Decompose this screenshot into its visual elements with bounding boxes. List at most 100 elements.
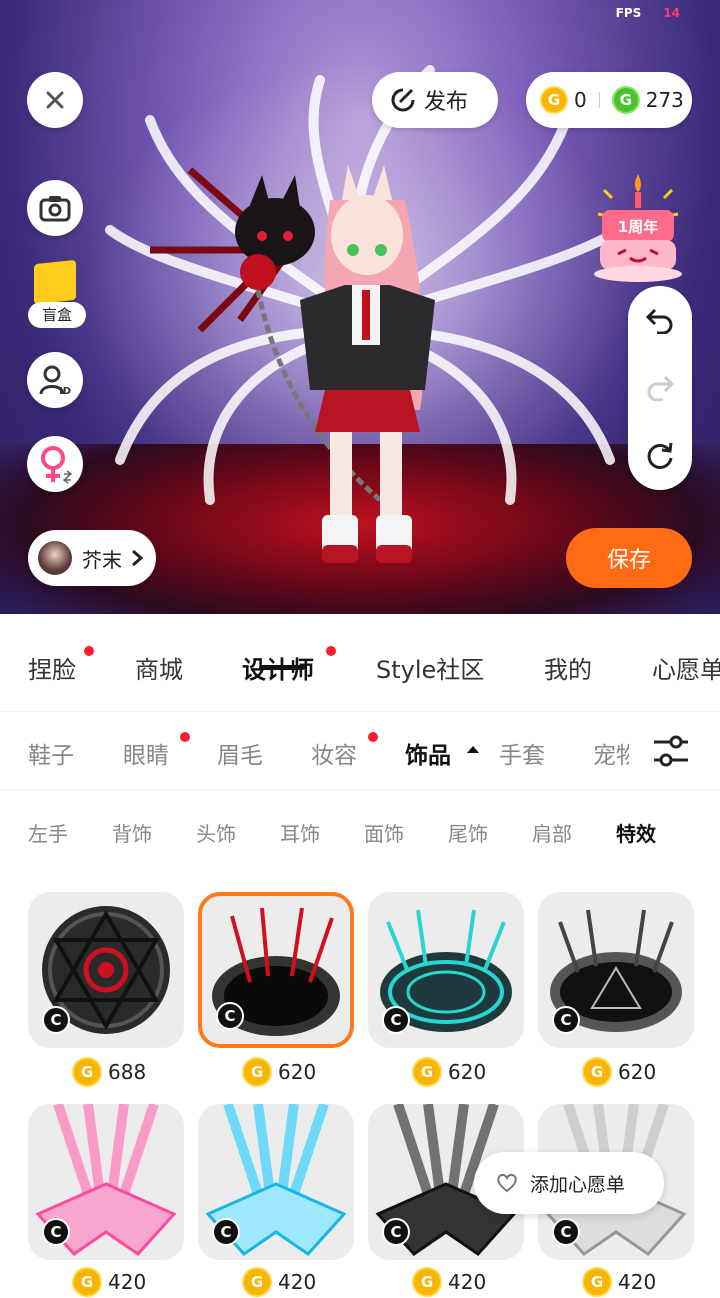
item-price: G 620: [242, 1056, 316, 1088]
publish-icon: [391, 88, 415, 112]
creator-badge: C: [42, 1006, 70, 1034]
gold-coin-count: 0: [574, 88, 587, 112]
tab-wishlist[interactable]: 心愿单: [652, 650, 720, 685]
category-pets[interactable]: 宠物: [593, 736, 629, 770]
svg-text:ID: ID: [59, 386, 71, 396]
creator-badge: C: [382, 1006, 410, 1034]
fps-counter: FPS 14: [616, 6, 680, 20]
gold-coin-icon: G: [412, 1267, 442, 1297]
item-card[interactable]: C: [198, 1104, 354, 1260]
category-eyes[interactable]: 眼睛: [123, 736, 169, 770]
item-price: G 420: [242, 1266, 316, 1298]
creator-badge: C: [382, 1218, 410, 1246]
subcategory-back[interactable]: 背饰: [112, 818, 152, 847]
gold-coin-icon: G: [242, 1057, 272, 1087]
item-price-value: 420: [448, 1270, 487, 1294]
subcategory-face[interactable]: 面饰: [364, 818, 404, 847]
close-button[interactable]: [27, 72, 83, 128]
creator-badge: C: [216, 1002, 244, 1030]
gold-coin-icon: G: [582, 1057, 612, 1087]
green-coin-icon: G: [611, 86, 640, 114]
currency-divider: [598, 92, 600, 108]
redo-icon[interactable]: [645, 373, 675, 401]
item-price-value: 620: [448, 1060, 487, 1084]
category-tab-bar: 鞋子 眼睛 眉毛 妆容 饰品 手套 宠物: [0, 712, 720, 790]
tab-mine[interactable]: 我的: [544, 650, 592, 685]
gold-coin-icon: G: [72, 1267, 102, 1297]
add-to-wishlist-button[interactable]: 添加心愿单: [474, 1152, 664, 1214]
item-price: G 420: [582, 1266, 656, 1298]
subcategory-tail[interactable]: 尾饰: [448, 818, 488, 847]
item-price-value: 420: [278, 1270, 317, 1294]
category-shoes[interactable]: 鞋子: [28, 736, 74, 770]
subcategory-ear[interactable]: 耳饰: [280, 818, 320, 847]
tab-designer-dot: [326, 646, 336, 656]
tab-face[interactable]: 捏脸: [28, 650, 76, 685]
subcategory-shoulder[interactable]: 肩部: [532, 818, 572, 847]
gold-coin-icon: G: [540, 86, 568, 114]
tab-style-community[interactable]: Style社区: [376, 650, 484, 685]
item-price-value: 420: [618, 1270, 657, 1294]
active-tab-indicator: [259, 665, 305, 670]
save-button[interactable]: 保存: [566, 528, 692, 588]
publish-label: 发布: [424, 90, 469, 115]
item-price: G 620: [582, 1056, 656, 1088]
category-gloves[interactable]: 手套: [499, 736, 545, 770]
gender-switch-button[interactable]: [27, 436, 83, 492]
user-chip[interactable]: 芥末: [28, 530, 156, 586]
anniversary-text: 1周年: [618, 218, 658, 236]
blind-box-button[interactable]: 盲盒: [28, 259, 86, 332]
item-price-value: 620: [278, 1060, 317, 1084]
gold-coin-icon: G: [582, 1267, 612, 1297]
category-makeup-dot: [368, 732, 378, 742]
tab-shop[interactable]: 商城: [135, 650, 183, 685]
subcategory-head[interactable]: 头饰: [196, 818, 236, 847]
category-eyes-dot: [180, 732, 190, 742]
blind-box-label: 盲盒: [28, 302, 86, 328]
item-card[interactable]: C: [368, 892, 524, 1048]
filter-settings-icon[interactable]: [652, 734, 690, 768]
female-icon: [41, 446, 73, 484]
undo-icon[interactable]: [645, 306, 675, 334]
item-card-selected[interactable]: C: [198, 892, 354, 1048]
creator-badge: C: [42, 1218, 70, 1246]
publish-button[interactable]: 发布: [372, 72, 498, 128]
subcategory-tab-bar: 左手 背饰 头饰 耳饰 面饰 尾饰 肩部 特效: [0, 790, 720, 870]
id-button[interactable]: ID: [27, 352, 83, 408]
avatar: [36, 539, 74, 577]
item-card[interactable]: C: [538, 892, 694, 1048]
main-tab-bar: 捏脸 商城 设计师 Style社区 我的 心愿单: [0, 620, 720, 712]
camera-button[interactable]: [27, 180, 83, 236]
history-panel: [628, 286, 692, 490]
gold-coin-icon: G: [412, 1057, 442, 1087]
currency-bar[interactable]: G 0 G 273: [526, 72, 692, 128]
gold-coin-icon: G: [242, 1267, 272, 1297]
item-price: G 620: [412, 1056, 486, 1088]
blind-box-icon: [34, 259, 76, 305]
gold-coin-icon: G: [72, 1057, 102, 1087]
creator-badge: C: [552, 1006, 580, 1034]
tab-face-dot: [84, 646, 94, 656]
category-brows[interactable]: 眉毛: [217, 736, 263, 770]
fps-value: 14: [663, 6, 680, 20]
green-coin-count: 273: [645, 88, 684, 112]
item-price-value: 420: [108, 1270, 147, 1294]
item-price: G 420: [72, 1266, 146, 1298]
item-card[interactable]: C: [28, 892, 184, 1048]
category-makeup[interactable]: 妆容: [311, 736, 357, 770]
heart-icon: [497, 1173, 517, 1193]
item-price: G 420: [412, 1266, 486, 1298]
close-icon: [46, 91, 64, 109]
subcategory-left-hand[interactable]: 左手: [28, 818, 68, 847]
item-card[interactable]: C: [28, 1104, 184, 1260]
item-price-value: 688: [108, 1060, 147, 1084]
reset-icon[interactable]: [645, 440, 675, 470]
anniversary-cake-icon[interactable]: 1周年: [590, 170, 686, 290]
category-accessories[interactable]: 饰品: [405, 736, 451, 770]
chevron-right-icon: [132, 549, 144, 567]
item-price-value: 620: [618, 1060, 657, 1084]
person-id-icon: ID: [39, 365, 71, 396]
item-price: G 688: [72, 1056, 146, 1088]
camera-icon: [39, 196, 71, 222]
subcategory-effects[interactable]: 特效: [616, 818, 656, 847]
